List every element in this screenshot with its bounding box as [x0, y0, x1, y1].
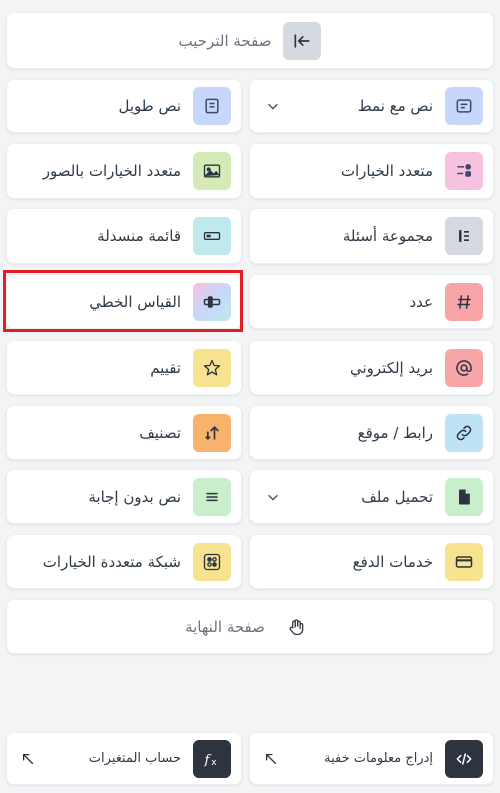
file-icon	[445, 477, 483, 516]
grid-choice-item[interactable]: شبكة متعددة الخيارات	[6, 534, 242, 589]
rating-label: تقييم	[150, 358, 181, 377]
variables-calc-label: حساب المتغيرات	[88, 751, 181, 766]
email-item[interactable]: بريد إلكتروني	[249, 340, 494, 395]
svg-text:f: f	[204, 753, 212, 768]
code-icon	[445, 739, 483, 778]
selection-highlight	[3, 270, 243, 332]
multiple-choice-label: متعدد الخيارات	[340, 162, 433, 180]
number-label: عدد	[409, 292, 433, 311]
star-icon	[193, 348, 231, 387]
rating-item[interactable]: تقييم	[6, 340, 242, 395]
dropdown-item[interactable]: قائمة منسدلة	[6, 208, 242, 264]
question-group-item[interactable]: مجموعة أسئلة	[249, 208, 494, 264]
svg-text:x: x	[211, 756, 217, 767]
link-icon	[445, 413, 483, 452]
styled-text-item[interactable]: نص مع نمط	[249, 79, 494, 133]
chevron-down-icon[interactable]	[266, 490, 280, 504]
group-icon	[445, 217, 483, 255]
ranking-label: تصنيف	[139, 423, 181, 442]
arrow-up-left-icon[interactable]	[264, 752, 278, 766]
wave-hand-icon	[276, 607, 315, 646]
dropdown-label: قائمة منسدلة	[97, 227, 181, 245]
hash-icon	[445, 282, 483, 321]
text-box-icon	[445, 87, 483, 125]
number-item[interactable]: عدد	[249, 274, 494, 329]
grid-icon	[193, 542, 231, 581]
card-icon	[445, 542, 483, 581]
link-item[interactable]: رابط / موقع	[249, 405, 494, 460]
fx-icon: fx	[193, 739, 231, 778]
statement-label: نص بدون إجابة	[88, 487, 181, 506]
image-choice-label: متعدد الخيارات بالصور	[42, 162, 181, 180]
file-upload-item[interactable]: تحميل ملف	[249, 469, 494, 524]
styled-text-label: نص مع نمط	[357, 97, 433, 115]
email-label: بريد إلكتروني	[349, 358, 433, 377]
lines-icon	[193, 477, 231, 516]
link-label: رابط / موقع	[357, 423, 433, 442]
arrow-up-left-icon[interactable]	[21, 752, 35, 766]
end-page-label: صفحة النهاية	[185, 617, 265, 636]
ranking-item[interactable]: تصنيف	[6, 405, 242, 460]
long-text-label: نص طويل	[118, 97, 181, 115]
dropdown-icon	[193, 217, 231, 255]
grid-choice-label: شبكة متعددة الخيارات	[42, 552, 181, 571]
payment-label: خدمات الدفع	[352, 552, 433, 571]
sort-icon	[193, 413, 231, 452]
hidden-info-label: إدراج معلومات خفية	[324, 751, 433, 766]
statement-item[interactable]: نص بدون إجابة	[6, 469, 242, 524]
hidden-info-item[interactable]: إدراج معلومات خفية	[249, 732, 494, 785]
file-upload-label: تحميل ملف	[361, 487, 433, 506]
long-text-item[interactable]: نص طويل	[6, 79, 242, 133]
document-icon	[193, 87, 231, 125]
chevron-down-icon[interactable]	[266, 99, 280, 113]
image-icon	[193, 152, 231, 190]
at-icon	[445, 348, 483, 387]
question-group-label: مجموعة أسئلة	[342, 227, 433, 245]
payment-item[interactable]: خدمات الدفع	[249, 534, 494, 589]
welcome-page-label: صفحة الترحيب	[178, 31, 272, 50]
welcome-page-item[interactable]: صفحة الترحيب	[6, 12, 494, 69]
multiple-choice-item[interactable]: متعدد الخيارات	[249, 143, 494, 199]
choices-icon	[445, 152, 483, 190]
end-page-item[interactable]: صفحة النهاية	[6, 599, 494, 654]
variables-calc-item[interactable]: fx حساب المتغيرات	[6, 732, 242, 785]
image-choice-item[interactable]: متعدد الخيارات بالصور	[6, 143, 242, 199]
arrow-to-left-icon	[283, 21, 322, 60]
